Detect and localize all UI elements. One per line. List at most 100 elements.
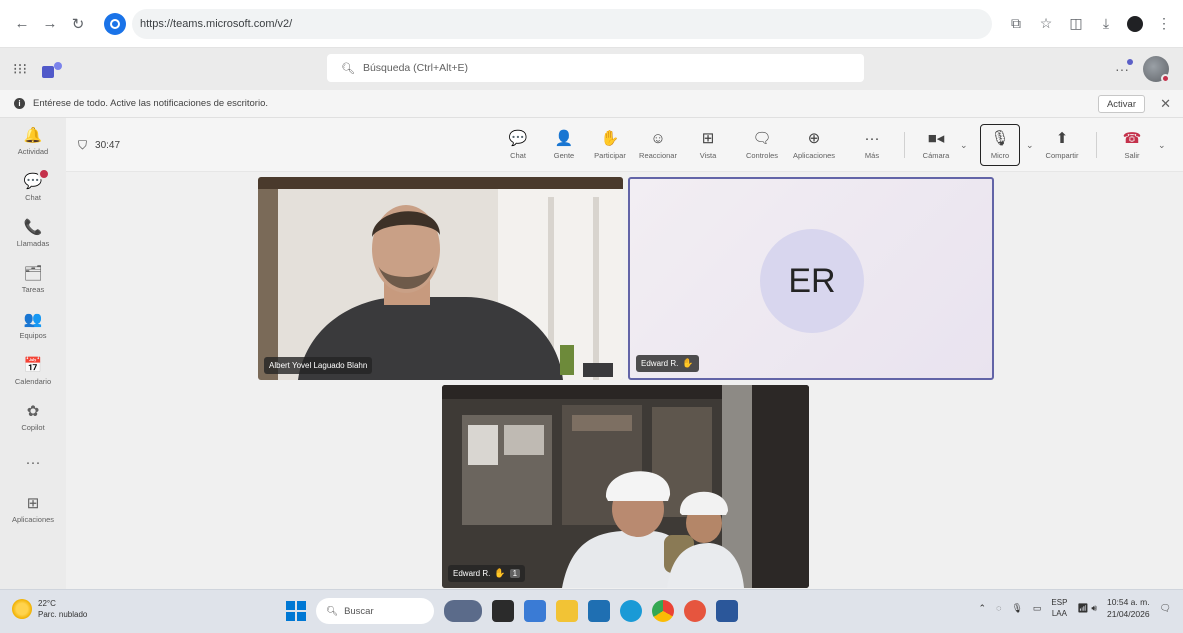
grid-icon: ⊞ — [701, 130, 715, 147]
star-icon[interactable]: ☆ — [1037, 15, 1055, 32]
hang-up-icon: ☎ — [1122, 130, 1142, 147]
camera-button[interactable]: ■◂ Cámara — [916, 124, 956, 166]
rail-item-label: Chat — [25, 192, 41, 202]
rail-item-label: Tareas — [21, 284, 45, 294]
teams-logo-icon — [42, 60, 62, 78]
search-placeholder: Búsqueda (Ctrl+Alt+E) — [362, 62, 469, 74]
hand-icon: ✋ — [600, 130, 620, 147]
widgets-app-icon[interactable] — [444, 600, 482, 622]
rail-item-apps[interactable]: ⊞ Aplicaciones — [0, 486, 66, 532]
mic-options-chevron-icon[interactable]: ⌄ — [1026, 140, 1034, 151]
system-clock[interactable]: 10:54 a. m. 21/04/2026 — [1107, 596, 1150, 620]
leave-button[interactable]: ☎ Salir — [1112, 124, 1152, 166]
weather-temperature: 22°C — [38, 599, 56, 608]
mic-button[interactable]: 🎙︎ Micro — [980, 124, 1020, 166]
edge-browser-icon[interactable] — [620, 600, 642, 622]
file-explorer-icon[interactable] — [556, 600, 578, 622]
chrome-browser-icon[interactable] — [652, 600, 674, 622]
view-button[interactable]: ⊞ Vista — [688, 124, 728, 166]
language-code: ESP — [1051, 598, 1068, 607]
tray-app-icon[interactable]: ◌ — [996, 603, 1001, 613]
site-info-icon[interactable] — [104, 12, 126, 35]
taskbar-search-input[interactable]: 🔍︎ Buscar — [316, 598, 434, 624]
extensions-icon[interactable]: ◫ — [1067, 15, 1085, 32]
rail-item-tasks[interactable]: 🗂 Tareas — [0, 256, 66, 302]
rail-item-label: Aplicaciones — [11, 514, 55, 524]
participant-name-tag: Edward R. ✋ — [636, 355, 699, 372]
rail-item-chat[interactable]: 💬 Chat — [0, 164, 66, 210]
rail-item-copilot[interactable]: ✿ Copilot — [0, 394, 66, 440]
weather-widget[interactable]: 22°C Parc. nublado — [12, 598, 87, 620]
weather-text: 22°C Parc. nublado — [38, 598, 87, 620]
chat-icon: 💬 — [508, 130, 528, 147]
store-app-icon[interactable] — [524, 600, 546, 622]
more-options-icon[interactable]: ··· — [1115, 59, 1133, 77]
share-button[interactable]: ⬆ Compartir — [1042, 124, 1082, 166]
mic-button-label: Micro — [990, 151, 1010, 160]
apps-button-label: Aplicaciones — [792, 151, 836, 160]
firefox-browser-icon[interactable] — [684, 600, 706, 622]
apps-button[interactable]: ⊕ Aplicaciones — [792, 124, 836, 166]
raised-hand-icon: ✋ — [494, 568, 506, 578]
rail-item-teams[interactable]: 👥 Equipos — [0, 302, 66, 348]
app-launcher-icon[interactable]: ⁝⁝⁝ — [0, 60, 40, 78]
keyboard-layout: LAA — [1051, 609, 1067, 618]
smiley-icon: ☺ — [650, 130, 666, 147]
participant-avatar-tile[interactable]: ER Edward R. ✋ — [628, 177, 994, 380]
close-icon[interactable]: ✕ — [1160, 96, 1171, 112]
user-avatar[interactable] — [1143, 56, 1170, 83]
activate-notifications-button[interactable]: Activar — [1097, 95, 1145, 113]
profile-icon[interactable] — [1127, 15, 1143, 32]
meeting-stage: Albert Yovel Laguado Blahn ER Edward R. … — [66, 172, 1183, 589]
rail-item-activity[interactable]: 🔔 Actividad — [0, 118, 66, 164]
tray-mic-icon[interactable]: 🎙︎ — [1011, 603, 1022, 614]
info-icon: i — [14, 98, 25, 109]
react-button[interactable]: ☺ Reaccionar — [638, 124, 678, 166]
back-icon[interactable]: ← — [10, 12, 34, 36]
more-button[interactable]: ··· Más — [852, 124, 892, 166]
leave-options-chevron-icon[interactable]: ⌄ — [1158, 140, 1166, 151]
chat-button[interactable]: 💬 Chat — [498, 124, 538, 166]
shield-icon: ⛉ — [78, 138, 88, 152]
address-bar[interactable]: https://teams.microsoft.com/v2/ — [132, 8, 992, 39]
phone-icon: 📞 — [23, 218, 43, 236]
bell-icon: 🔔 — [23, 126, 43, 144]
camera-options-chevron-icon[interactable]: ⌄ — [960, 140, 968, 151]
rail-item-calls[interactable]: 📞 Llamadas — [0, 210, 66, 256]
wifi-volume-battery-icons[interactable]: 📶︎ 🔊︎ — [1077, 603, 1097, 614]
controls-button[interactable]: 🗨 Controles — [742, 124, 782, 166]
download-icon[interactable]: ⤓ — [1097, 15, 1115, 32]
rail-item-label: Copilot — [21, 422, 45, 432]
language-indicator[interactable]: ESP LAA — [1051, 597, 1067, 619]
copilot-icon: ✿ — [26, 402, 40, 420]
participant-video-tile[interactable]: Edward R. ✋ 1 — [442, 385, 809, 588]
reload-icon[interactable]: ↻ — [66, 12, 90, 36]
raised-hand-icon: ✋ — [682, 358, 694, 368]
header-actions: ··· — [1115, 56, 1170, 83]
apps-icon: ⊞ — [26, 494, 40, 512]
people-button[interactable]: 👤 Gente — [544, 124, 584, 166]
word-app-icon[interactable] — [716, 600, 738, 622]
notifications-icon[interactable]: 🗨 — [1160, 603, 1171, 614]
calendar-app-icon[interactable] — [588, 600, 610, 622]
url-text: https://teams.microsoft.com/v2/ — [140, 17, 293, 30]
raise-hand-button[interactable]: ✋ Participar — [590, 124, 630, 166]
forward-icon[interactable]: → — [38, 12, 62, 36]
participant-video-tile[interactable]: Albert Yovel Laguado Blahn — [258, 177, 623, 380]
cast-icon[interactable]: ⧉ — [1007, 15, 1025, 32]
participant-video-feed — [442, 385, 809, 588]
rail-item-label: Calendario — [14, 376, 52, 386]
rail-item-calendar[interactable]: 📅 Calendario — [0, 348, 66, 394]
search-input[interactable]: 🔍︎ Búsqueda (Ctrl+Alt+E) — [327, 54, 864, 82]
chevron-up-icon[interactable]: ⌃ — [979, 603, 987, 614]
rail-item-more[interactable]: ··· — [0, 440, 66, 486]
start-button-icon[interactable] — [286, 601, 306, 621]
meeting-toolbar: ⛉ 30:47 💬 Chat 👤 Gente ✋ Participar ☺ Re… — [66, 118, 1183, 172]
controls-button-label: Controles — [745, 151, 779, 160]
calendar-icon: 📅 — [23, 356, 43, 374]
tray-display-icon[interactable]: ▭ — [1033, 603, 1042, 614]
task-view-icon[interactable] — [492, 600, 514, 622]
unread-badge — [38, 168, 50, 180]
menu-icon[interactable]: ⋮ — [1155, 15, 1173, 32]
participant-initials-avatar: ER — [760, 229, 864, 333]
